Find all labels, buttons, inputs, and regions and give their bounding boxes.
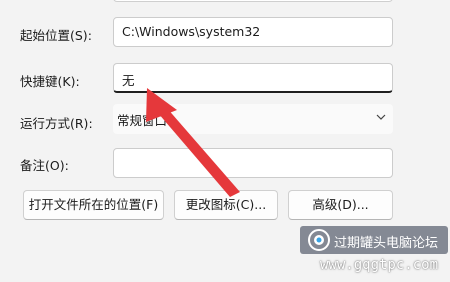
- watermark-name: 过期罐头电脑论坛: [334, 236, 439, 251]
- watermark-url: www.gqgtpc.com: [320, 257, 439, 273]
- forum-logo-icon: [308, 229, 330, 251]
